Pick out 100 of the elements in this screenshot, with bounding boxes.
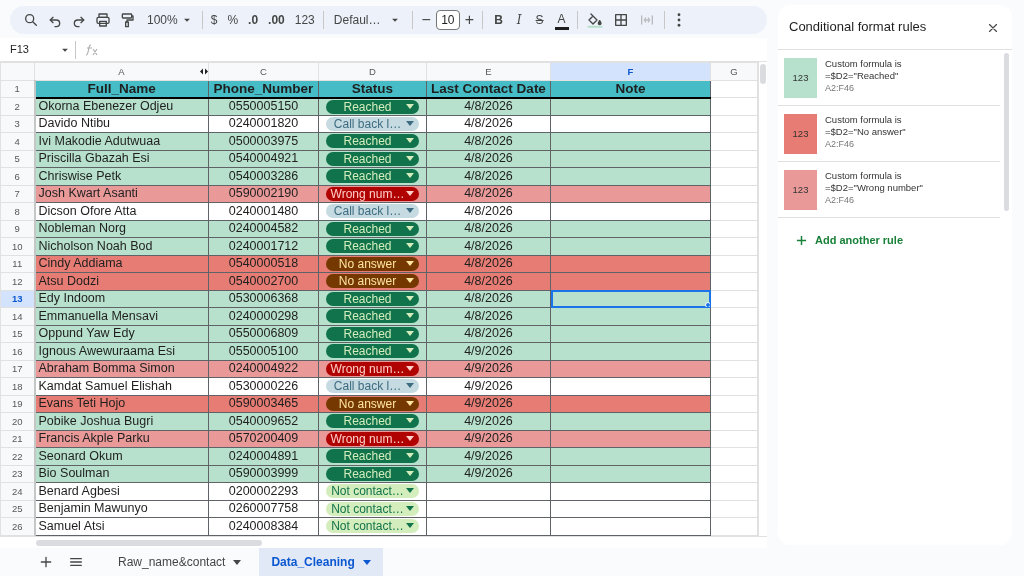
status-chip[interactable]: No answer — [326, 274, 419, 289]
fill-color-icon — [586, 12, 603, 28]
add-sheet-button[interactable] — [38, 554, 54, 570]
status-chip[interactable]: Wrong num… — [326, 186, 419, 201]
increase-decimal-button[interactable]: .00 — [265, 8, 288, 32]
caret-icon — [406, 348, 414, 354]
status-chip[interactable]: Wrong num… — [326, 431, 419, 446]
search-icon — [23, 12, 39, 28]
status-chip[interactable]: Wrong num… — [326, 361, 419, 376]
hidden-columns-icon[interactable] — [199, 68, 208, 75]
function-icon — [85, 41, 99, 58]
caret-icon — [406, 365, 414, 371]
name-box[interactable]: F13 — [0, 41, 72, 58]
status-chip[interactable]: Reached — [326, 344, 419, 359]
status-chip[interactable]: Not contact… — [326, 484, 419, 499]
status-chip[interactable]: Call back l… — [326, 379, 419, 394]
add-rule-icon — [796, 234, 807, 246]
status-chip[interactable]: Not contact… — [326, 519, 419, 534]
status-chip[interactable]: Reached — [326, 134, 419, 149]
column-header[interactable]: A — [34, 62, 209, 80]
bold-button[interactable]: B — [491, 8, 506, 32]
status-chip[interactable]: Reached — [326, 291, 419, 306]
rule-item[interactable]: 123 Custom formula is =$D2="No answer" A2:F46 — [778, 106, 1000, 162]
rule-formula: =$D2="Wrong number" — [825, 181, 923, 193]
panel-title: Conditional format rules — [789, 18, 927, 36]
rule-condition: Custom formula is — [825, 170, 903, 182]
status-chip[interactable]: Reached — [326, 326, 419, 341]
caret-icon — [406, 418, 414, 424]
rule-item[interactable]: 123 Custom formula is =$D2="Reached" A2:F46 — [778, 50, 1000, 106]
status-chip[interactable]: No answer — [326, 256, 419, 271]
status-chip[interactable]: Reached — [326, 449, 419, 464]
caret-icon — [406, 330, 414, 336]
caret-icon — [406, 313, 414, 319]
increase-font-size-button[interactable]: + — [461, 8, 478, 32]
currency-button[interactable]: $ — [207, 8, 221, 32]
caret-icon — [406, 138, 414, 144]
paint-format-icon — [119, 12, 135, 28]
borders-icon — [612, 12, 629, 28]
selected-cell[interactable] — [550, 290, 711, 308]
sheet-tab[interactable]: Raw_name&contact — [106, 548, 254, 576]
caret-icon — [406, 225, 414, 231]
status-chip[interactable]: Reached — [326, 466, 419, 481]
italic-button[interactable]: I — [513, 8, 525, 32]
caret-icon — [362, 559, 371, 565]
more-icon — [676, 13, 681, 27]
status-chip[interactable]: No answer — [326, 396, 419, 411]
format-preview: 123 — [784, 170, 817, 210]
caret-icon — [406, 505, 414, 511]
status-chip[interactable]: Reached — [326, 151, 419, 166]
caret-icon — [406, 295, 414, 301]
caret-icon — [406, 120, 414, 126]
decrease-decimal-button[interactable]: .0 — [245, 8, 262, 32]
status-chip[interactable]: Reached — [326, 221, 419, 236]
status-chip[interactable]: Reached — [326, 99, 419, 114]
caret-icon — [406, 243, 414, 249]
zoom-dropdown[interactable]: 100% — [144, 8, 197, 32]
number-format-button[interactable]: 123 — [291, 8, 318, 32]
column-header[interactable]: F — [550, 62, 711, 80]
sheet-tab[interactable]: Data_Cleaning — [259, 548, 383, 576]
status-chip[interactable]: Reached — [326, 169, 419, 184]
status-chip[interactable]: Reached — [326, 309, 419, 324]
caret-icon — [406, 208, 414, 214]
caret-icon — [406, 383, 414, 389]
rule-condition: Custom formula is — [825, 114, 903, 126]
status-chip[interactable]: Call back l… — [326, 204, 419, 219]
rule-item[interactable]: 123 Custom formula is =$D2="Wrong number" A2:F46 — [778, 162, 1000, 218]
print-icon — [95, 12, 111, 28]
caret-icon — [406, 190, 414, 196]
column-header[interactable]: E — [426, 62, 551, 80]
strikethrough-button[interactable]: S — [532, 8, 547, 32]
caret-icon — [406, 103, 414, 109]
panel-scrollbar[interactable] — [1004, 53, 1009, 211]
rule-range: A2:F46 — [825, 195, 856, 207]
horizontal-scrollbar[interactable] — [36, 539, 262, 546]
column-header[interactable]: G — [710, 62, 758, 80]
column-header[interactable]: D — [318, 62, 427, 80]
status-chip[interactable]: Call back l… — [326, 116, 419, 131]
format-preview: 123 — [784, 58, 817, 98]
vertical-scrollbar[interactable] — [760, 64, 766, 84]
caret-icon — [406, 400, 414, 406]
rule-range: A2:F46 — [825, 139, 856, 151]
add-rule-button[interactable]: Add another rule — [778, 218, 903, 249]
caret-icon — [406, 488, 414, 494]
caret-icon — [406, 435, 414, 441]
caret-icon — [406, 278, 414, 284]
text-color-button[interactable]: A — [554, 10, 569, 30]
font-dropdown[interactable]: Defaul… — [330, 8, 406, 32]
percent-button[interactable]: % — [224, 8, 242, 32]
format-preview: 123 — [784, 114, 817, 154]
status-chip[interactable]: Not contact… — [326, 501, 419, 516]
caret-icon — [406, 453, 414, 459]
status-chip[interactable]: Reached — [326, 239, 419, 254]
column-header[interactable]: C — [208, 62, 319, 80]
caret-icon — [233, 559, 242, 565]
decrease-font-size-button[interactable]: − — [418, 8, 434, 32]
caret-icon — [406, 155, 414, 161]
rule-range: A2:F46 — [825, 83, 856, 95]
font-size-field[interactable]: 10 — [435, 10, 460, 30]
status-chip[interactable]: Reached — [326, 414, 419, 429]
add-sheet-icon — [38, 554, 54, 570]
